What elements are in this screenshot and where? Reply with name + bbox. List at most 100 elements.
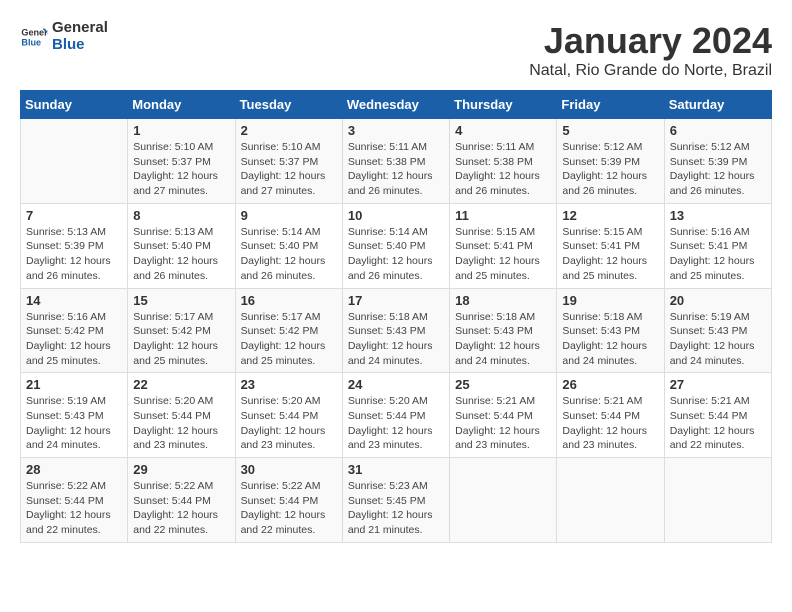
day-info: Sunrise: 5:15 AM Sunset: 5:41 PM Dayligh… <box>455 225 551 284</box>
calendar-cell: 9 Sunrise: 5:14 AM Sunset: 5:40 PM Daylig… <box>235 203 342 288</box>
calendar-cell <box>557 458 664 543</box>
calendar-cell: 28 Sunrise: 5:22 AM Sunset: 5:44 PM Dayli… <box>21 458 128 543</box>
day-number: 19 <box>562 293 658 308</box>
day-info: Sunrise: 5:14 AM Sunset: 5:40 PM Dayligh… <box>348 225 444 284</box>
calendar-header-row: SundayMondayTuesdayWednesdayThursdayFrid… <box>21 91 772 119</box>
day-info: Sunrise: 5:19 AM Sunset: 5:43 PM Dayligh… <box>670 310 766 369</box>
day-number: 11 <box>455 208 551 223</box>
day-info: Sunrise: 5:14 AM Sunset: 5:40 PM Dayligh… <box>241 225 337 284</box>
day-info: Sunrise: 5:18 AM Sunset: 5:43 PM Dayligh… <box>562 310 658 369</box>
day-info: Sunrise: 5:13 AM Sunset: 5:40 PM Dayligh… <box>133 225 229 284</box>
day-info: Sunrise: 5:23 AM Sunset: 5:45 PM Dayligh… <box>348 479 444 538</box>
day-info: Sunrise: 5:20 AM Sunset: 5:44 PM Dayligh… <box>348 394 444 453</box>
day-number: 2 <box>241 123 337 138</box>
day-number: 16 <box>241 293 337 308</box>
day-info: Sunrise: 5:12 AM Sunset: 5:39 PM Dayligh… <box>670 140 766 199</box>
calendar-table: SundayMondayTuesdayWednesdayThursdayFrid… <box>20 90 772 543</box>
calendar-cell: 4Sunrise: 5:11 AM Sunset: 5:38 PM Daylig… <box>450 119 557 204</box>
calendar-cell: 7 Sunrise: 5:13 AM Sunset: 5:39 PM Daylig… <box>21 203 128 288</box>
day-number: 27 <box>670 377 766 392</box>
day-info: Sunrise: 5:13 AM Sunset: 5:39 PM Dayligh… <box>26 225 122 284</box>
calendar-cell: 8 Sunrise: 5:13 AM Sunset: 5:40 PM Daylig… <box>128 203 235 288</box>
day-number: 6 <box>670 123 766 138</box>
calendar-cell: 16 Sunrise: 5:17 AM Sunset: 5:42 PM Dayli… <box>235 288 342 373</box>
day-number: 29 <box>133 462 229 477</box>
day-number: 30 <box>241 462 337 477</box>
calendar-cell: 17 Sunrise: 5:18 AM Sunset: 5:43 PM Dayli… <box>342 288 449 373</box>
calendar-cell: 26 Sunrise: 5:21 AM Sunset: 5:44 PM Dayli… <box>557 373 664 458</box>
calendar-header-tuesday: Tuesday <box>235 91 342 119</box>
calendar-cell: 5 Sunrise: 5:12 AM Sunset: 5:39 PM Daylig… <box>557 119 664 204</box>
calendar-cell: 31 Sunrise: 5:23 AM Sunset: 5:45 PM Dayli… <box>342 458 449 543</box>
calendar-cell: 1 Sunrise: 5:10 AM Sunset: 5:37 PM Daylig… <box>128 119 235 204</box>
day-info: Sunrise: 5:10 AM Sunset: 5:37 PM Dayligh… <box>133 140 229 199</box>
day-number: 12 <box>562 208 658 223</box>
calendar-header-friday: Friday <box>557 91 664 119</box>
day-info: Sunrise: 5:21 AM Sunset: 5:44 PM Dayligh… <box>670 394 766 453</box>
title-block: January 2024 Natal, Rio Grande do Norte,… <box>529 20 772 80</box>
day-info: Sunrise: 5:17 AM Sunset: 5:42 PM Dayligh… <box>133 310 229 369</box>
calendar-cell: 20 Sunrise: 5:19 AM Sunset: 5:43 PM Dayli… <box>664 288 771 373</box>
calendar-cell: 22 Sunrise: 5:20 AM Sunset: 5:44 PM Dayli… <box>128 373 235 458</box>
day-number: 26 <box>562 377 658 392</box>
calendar-week-row: 21 Sunrise: 5:19 AM Sunset: 5:43 PM Dayli… <box>21 373 772 458</box>
day-number: 31 <box>348 462 444 477</box>
day-info: Sunrise: 5:22 AM Sunset: 5:44 PM Dayligh… <box>26 479 122 538</box>
day-info: Sunrise: 5:15 AM Sunset: 5:41 PM Dayligh… <box>562 225 658 284</box>
day-number: 9 <box>241 208 337 223</box>
day-info: Sunrise: 5:16 AM Sunset: 5:41 PM Dayligh… <box>670 225 766 284</box>
calendar-cell: 25Sunrise: 5:21 AM Sunset: 5:44 PM Dayli… <box>450 373 557 458</box>
calendar-header-saturday: Saturday <box>664 91 771 119</box>
calendar-week-row: 14Sunrise: 5:16 AM Sunset: 5:42 PM Dayli… <box>21 288 772 373</box>
day-number: 21 <box>26 377 122 392</box>
day-number: 7 <box>26 208 122 223</box>
logo-blue: Blue <box>52 37 108 54</box>
logo-icon: General Blue <box>20 23 48 51</box>
calendar-cell <box>21 119 128 204</box>
calendar-cell: 27 Sunrise: 5:21 AM Sunset: 5:44 PM Dayli… <box>664 373 771 458</box>
calendar-week-row: 1 Sunrise: 5:10 AM Sunset: 5:37 PM Daylig… <box>21 119 772 204</box>
logo: General Blue General Blue <box>20 20 108 53</box>
calendar-cell <box>450 458 557 543</box>
calendar-header-thursday: Thursday <box>450 91 557 119</box>
day-info: Sunrise: 5:21 AM Sunset: 5:44 PM Dayligh… <box>562 394 658 453</box>
day-number: 23 <box>241 377 337 392</box>
calendar-week-row: 7 Sunrise: 5:13 AM Sunset: 5:39 PM Daylig… <box>21 203 772 288</box>
logo-general: General <box>52 20 108 37</box>
day-info: Sunrise: 5:12 AM Sunset: 5:39 PM Dayligh… <box>562 140 658 199</box>
page-subtitle: Natal, Rio Grande do Norte, Brazil <box>529 62 772 80</box>
day-number: 20 <box>670 293 766 308</box>
day-number: 14 <box>26 293 122 308</box>
day-number: 13 <box>670 208 766 223</box>
calendar-cell: 30 Sunrise: 5:22 AM Sunset: 5:44 PM Dayli… <box>235 458 342 543</box>
day-info: Sunrise: 5:18 AM Sunset: 5:43 PM Dayligh… <box>455 310 551 369</box>
day-info: Sunrise: 5:21 AM Sunset: 5:44 PM Dayligh… <box>455 394 551 453</box>
day-number: 28 <box>26 462 122 477</box>
day-number: 4 <box>455 123 551 138</box>
calendar-cell: 3 Sunrise: 5:11 AM Sunset: 5:38 PM Daylig… <box>342 119 449 204</box>
calendar-cell: 10Sunrise: 5:14 AM Sunset: 5:40 PM Dayli… <box>342 203 449 288</box>
calendar-cell: 21 Sunrise: 5:19 AM Sunset: 5:43 PM Dayli… <box>21 373 128 458</box>
day-info: Sunrise: 5:19 AM Sunset: 5:43 PM Dayligh… <box>26 394 122 453</box>
calendar-week-row: 28 Sunrise: 5:22 AM Sunset: 5:44 PM Dayli… <box>21 458 772 543</box>
calendar-cell: 11 Sunrise: 5:15 AM Sunset: 5:41 PM Dayli… <box>450 203 557 288</box>
day-number: 18 <box>455 293 551 308</box>
page-header: General Blue General Blue January 2024 N… <box>20 20 772 80</box>
calendar-cell: 14Sunrise: 5:16 AM Sunset: 5:42 PM Dayli… <box>21 288 128 373</box>
calendar-cell: 15Sunrise: 5:17 AM Sunset: 5:42 PM Dayli… <box>128 288 235 373</box>
calendar-cell: 23 Sunrise: 5:20 AM Sunset: 5:44 PM Dayli… <box>235 373 342 458</box>
day-info: Sunrise: 5:20 AM Sunset: 5:44 PM Dayligh… <box>241 394 337 453</box>
day-number: 1 <box>133 123 229 138</box>
day-info: Sunrise: 5:17 AM Sunset: 5:42 PM Dayligh… <box>241 310 337 369</box>
day-info: Sunrise: 5:11 AM Sunset: 5:38 PM Dayligh… <box>348 140 444 199</box>
day-number: 22 <box>133 377 229 392</box>
day-info: Sunrise: 5:20 AM Sunset: 5:44 PM Dayligh… <box>133 394 229 453</box>
day-info: Sunrise: 5:22 AM Sunset: 5:44 PM Dayligh… <box>241 479 337 538</box>
day-number: 3 <box>348 123 444 138</box>
day-number: 8 <box>133 208 229 223</box>
day-number: 17 <box>348 293 444 308</box>
calendar-header-wednesday: Wednesday <box>342 91 449 119</box>
calendar-header-monday: Monday <box>128 91 235 119</box>
day-info: Sunrise: 5:18 AM Sunset: 5:43 PM Dayligh… <box>348 310 444 369</box>
day-number: 5 <box>562 123 658 138</box>
